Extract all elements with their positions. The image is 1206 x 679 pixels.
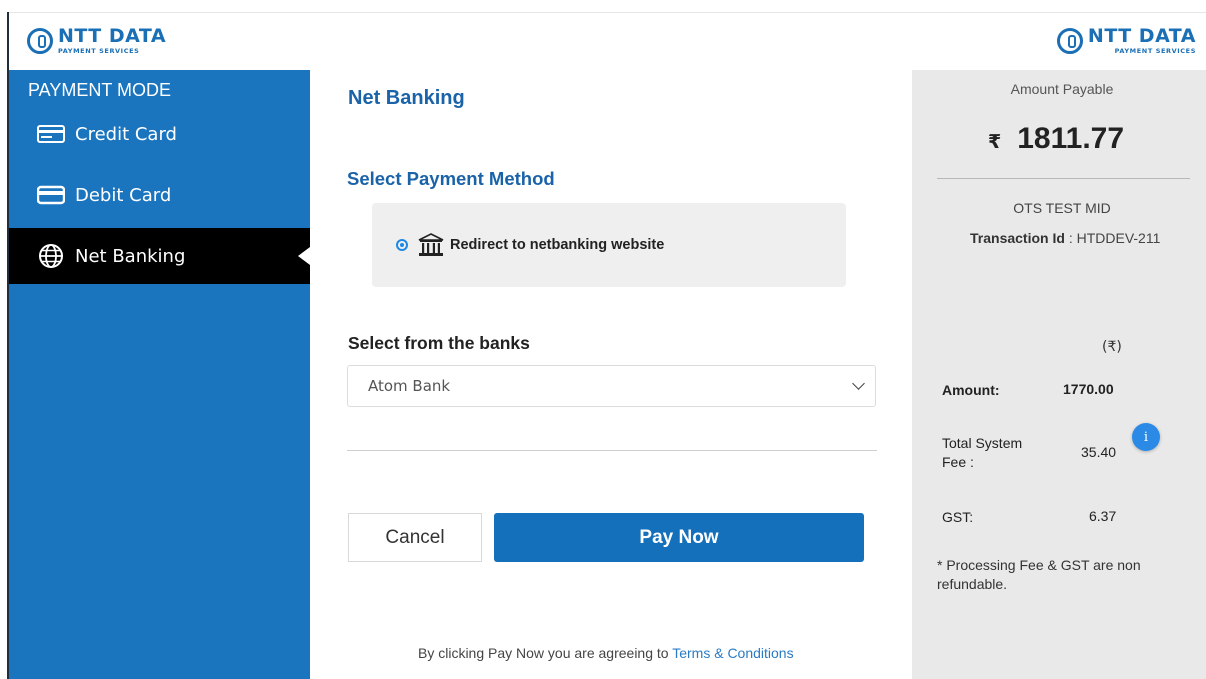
logo-name: NTT DATA [1087, 25, 1196, 47]
credit-card-icon [36, 123, 66, 145]
terms-link[interactable]: Terms & Conditions [672, 645, 793, 661]
terms-notice: By clicking Pay Now you are agreeing to … [418, 645, 794, 661]
main-panel: Net Banking Select Payment Method Redire… [310, 70, 912, 679]
chevron-down-icon [852, 377, 865, 390]
payment-summary-panel: Amount Payable ₹ 1811.77 OTS TEST MID Tr… [912, 70, 1206, 679]
bank-icon [418, 233, 444, 257]
sidebar-item-label: Net Banking [75, 245, 186, 267]
currency-header: (₹) [1102, 339, 1122, 355]
sidebar-item-label: Debit Card [75, 184, 172, 206]
rupee-symbol: ₹ [988, 131, 1002, 153]
amount-payable: ₹ 1811.77 [988, 122, 1124, 156]
pay-now-button[interactable]: Pay Now [494, 513, 864, 562]
ntt-logo-mark-icon [1056, 27, 1083, 54]
amount-value: 1770.00 [1063, 381, 1114, 397]
logo-name: NTT DATA [58, 25, 167, 47]
sidebar-item-credit-card[interactable]: Credit Card [9, 106, 310, 162]
amount-payable-label: Amount Payable [1010, 81, 1114, 97]
summary-divider [937, 178, 1190, 179]
bank-select-value: Atom Bank [368, 377, 451, 395]
refund-note: * Processing Fee & GST are non refundabl… [937, 557, 1141, 592]
banks-label: Select from the banks [348, 333, 530, 353]
cancel-button[interactable]: Cancel [348, 513, 482, 562]
ntt-logo-mark-icon [27, 27, 53, 54]
amount-label: Amount: [942, 382, 1000, 398]
globe-icon [36, 244, 66, 268]
fee-label: Total System Fee : [942, 435, 1023, 470]
logo-subtitle: PAYMENT SERVICES [58, 47, 140, 55]
sidebar-item-debit-card[interactable]: Debit Card [9, 167, 310, 223]
method-radio[interactable] [396, 239, 408, 251]
merchant-name: OTS TEST MID [1013, 200, 1111, 216]
fee-value: 35.40 [1081, 444, 1117, 460]
transaction-id: Transaction Id : HTDDEV-211 [970, 230, 1160, 246]
info-icon[interactable]: i [1132, 423, 1160, 451]
agree-text: By clicking Pay Now you are agreeing to [418, 645, 669, 661]
sidebar-item-net-banking[interactable]: Net Banking [9, 228, 310, 284]
sidebar-item-label: Credit Card [75, 123, 177, 145]
divider [347, 450, 877, 451]
payment-page: NTT DATA PAYMENT SERVICES NTT DATA PAYME… [0, 0, 1206, 679]
gst-label: GST: [942, 509, 974, 525]
ntt-data-logo-right: NTT DATA PAYMENT SERVICES [1056, 25, 1196, 55]
payment-mode-sidebar: PAYMENT MODE Credit Card Debit Card Net … [9, 70, 310, 679]
header: NTT DATA PAYMENT SERVICES NTT DATA PAYME… [9, 13, 1206, 70]
logo-subtitle: PAYMENT SERVICES [1114, 47, 1196, 55]
payment-method-option[interactable]: Redirect to netbanking website [372, 203, 846, 287]
gst-value: 6.37 [1089, 508, 1117, 524]
method-label: Redirect to netbanking website [450, 237, 665, 253]
ntt-data-logo-left: NTT DATA PAYMENT SERVICES [27, 27, 166, 55]
transaction-label: Transaction Id [970, 230, 1065, 246]
payment-method-heading: Select Payment Method [347, 168, 555, 189]
page-title: Net Banking [348, 87, 465, 109]
transaction-value: : HTDDEV-211 [1068, 230, 1161, 246]
sidebar-title: PAYMENT MODE [28, 80, 172, 100]
bank-select[interactable]: Atom Bank [347, 365, 876, 407]
amount-payable-value: 1811.77 [1017, 122, 1125, 155]
debit-card-icon [36, 184, 66, 206]
